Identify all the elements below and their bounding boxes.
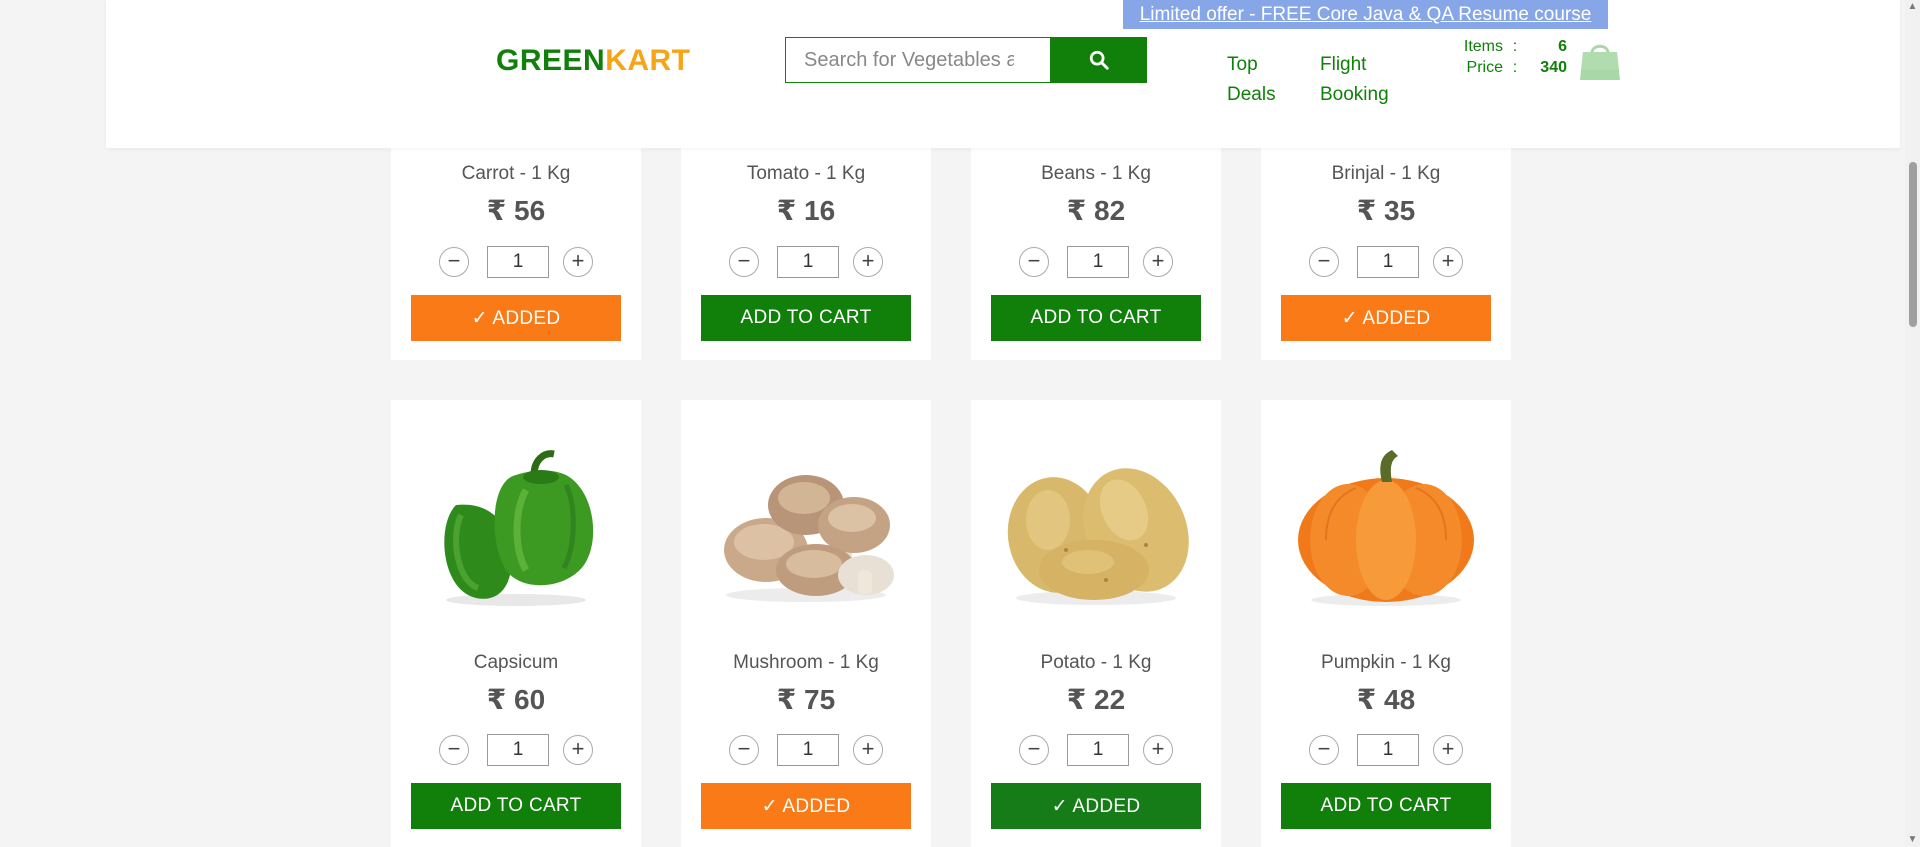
increment-button[interactable]: +	[853, 247, 883, 277]
increment-button[interactable]: +	[563, 735, 593, 765]
product-name: Brinjal - 1 Kg	[1331, 163, 1441, 184]
search-button[interactable]	[1050, 37, 1147, 83]
quantity-stepper: − +	[1019, 734, 1173, 766]
quantity-input[interactable]	[1357, 734, 1419, 766]
product-name: Pumpkin - 1 Kg	[1321, 652, 1451, 673]
scrollbar-thumb[interactable]	[1909, 162, 1917, 327]
product-price: ₹ 75	[776, 684, 836, 715]
decrement-button[interactable]: −	[1019, 735, 1049, 765]
add-to-cart-button[interactable]: ADD TO CART	[701, 295, 911, 341]
product-price: ₹ 48	[1356, 684, 1416, 715]
decrement-button[interactable]: −	[1309, 247, 1339, 277]
quantity-stepper: − +	[1309, 734, 1463, 766]
product-price: ₹ 82	[1066, 195, 1126, 226]
quantity-input[interactable]	[1357, 246, 1419, 278]
product-name: Carrot - 1 Kg	[461, 163, 571, 184]
add-to-cart-button[interactable]: ADD TO CART	[991, 295, 1201, 341]
search-icon	[1089, 50, 1109, 70]
product-name: Beans - 1 Kg	[1041, 163, 1151, 184]
separator: :	[1512, 59, 1518, 76]
quantity-stepper: − +	[1309, 246, 1463, 278]
quantity-stepper: − +	[439, 246, 593, 278]
quantity-stepper: − +	[1019, 246, 1173, 278]
decrement-button[interactable]: −	[439, 735, 469, 765]
brand-orange-text: KART	[605, 44, 691, 77]
nav-flight-booking[interactable]: Flight Booking	[1320, 50, 1410, 110]
decrement-button[interactable]: −	[729, 735, 759, 765]
quantity-input[interactable]	[1067, 246, 1129, 278]
limited-offer-link[interactable]: Limited offer - FREE Core Java & QA Resu…	[1123, 0, 1608, 29]
product-price: ₹ 22	[1066, 684, 1126, 715]
product-price: ₹ 35	[1356, 195, 1416, 226]
capsicum-image	[416, 430, 616, 620]
brand-logo[interactable]: GREENKART	[496, 44, 691, 78]
product-card-capsicum: Capsicum ₹ 60 − + ADD TO CART	[391, 400, 641, 847]
product-name: Potato - 1 Kg	[1040, 652, 1152, 673]
decrement-button[interactable]: −	[439, 247, 469, 277]
increment-button[interactable]: +	[853, 735, 883, 765]
product-price: ₹ 56	[486, 195, 546, 226]
add-to-cart-button[interactable]: ✓ ADDED	[701, 783, 911, 829]
separator: :	[1512, 38, 1518, 55]
product-name: Tomato - 1 Kg	[746, 163, 866, 184]
scroll-down-icon[interactable]: ▼	[1907, 835, 1918, 845]
product-card-pumpkin: Pumpkin - 1 Kg ₹ 48 − + ADD TO CART	[1261, 400, 1511, 847]
product-name: Capsicum	[473, 652, 559, 673]
quantity-input[interactable]	[1067, 734, 1129, 766]
scroll-up-icon[interactable]: ▲	[1907, 2, 1918, 12]
increment-button[interactable]: +	[1143, 247, 1173, 277]
nav-top-deals[interactable]: Top Deals	[1227, 50, 1297, 110]
increment-button[interactable]: +	[563, 247, 593, 277]
add-to-cart-button[interactable]: ✓ ADDED	[1281, 295, 1491, 341]
increment-button[interactable]: +	[1143, 735, 1173, 765]
brand-green-text: GREEN	[496, 44, 606, 77]
items-count: 6	[1558, 38, 1567, 55]
price-total: 340	[1540, 59, 1567, 76]
add-to-cart-button[interactable]: ADD TO CART	[411, 783, 621, 829]
add-to-cart-button[interactable]: ✓ ADDED	[411, 295, 621, 341]
search-bar	[785, 37, 1153, 83]
quantity-stepper: − +	[439, 734, 593, 766]
quantity-stepper: − +	[729, 246, 883, 278]
cart-summary: Items : 6 Price : 340	[1447, 36, 1567, 78]
decrement-button[interactable]: −	[729, 247, 759, 277]
add-to-cart-button[interactable]: ✓ ADDED	[991, 783, 1201, 829]
increment-button[interactable]: +	[1433, 735, 1463, 765]
decrement-button[interactable]: −	[1309, 735, 1339, 765]
product-card-mushroom: Mushroom - 1 Kg ₹ 75 − + ✓ ADDED	[681, 400, 931, 847]
product-card-potato: Potato - 1 Kg ₹ 22 − + ✓ ADDED	[971, 400, 1221, 847]
add-to-cart-button[interactable]: ADD TO CART	[1281, 783, 1491, 829]
potato-image	[996, 430, 1196, 620]
search-input[interactable]	[785, 37, 1050, 83]
quantity-stepper: − +	[729, 734, 883, 766]
quantity-input[interactable]	[487, 246, 549, 278]
decrement-button[interactable]: −	[1019, 247, 1049, 277]
site-header: GREENKART Limited offer - FREE Core Java…	[106, 0, 1900, 148]
cart-bag-icon[interactable]	[1578, 40, 1622, 82]
page-scrollbar[interactable]: ▲ ▼	[1905, 0, 1920, 847]
mushroom-image	[706, 430, 906, 620]
product-name: Mushroom - 1 Kg	[733, 652, 879, 673]
quantity-input[interactable]	[777, 734, 839, 766]
product-price: ₹ 60	[486, 684, 546, 715]
pumpkin-image	[1286, 430, 1486, 620]
increment-button[interactable]: +	[1433, 247, 1463, 277]
price-label: Price	[1466, 59, 1503, 76]
items-label: Items	[1463, 38, 1503, 55]
quantity-input[interactable]	[487, 734, 549, 766]
product-price: ₹ 16	[776, 195, 836, 226]
quantity-input[interactable]	[777, 246, 839, 278]
